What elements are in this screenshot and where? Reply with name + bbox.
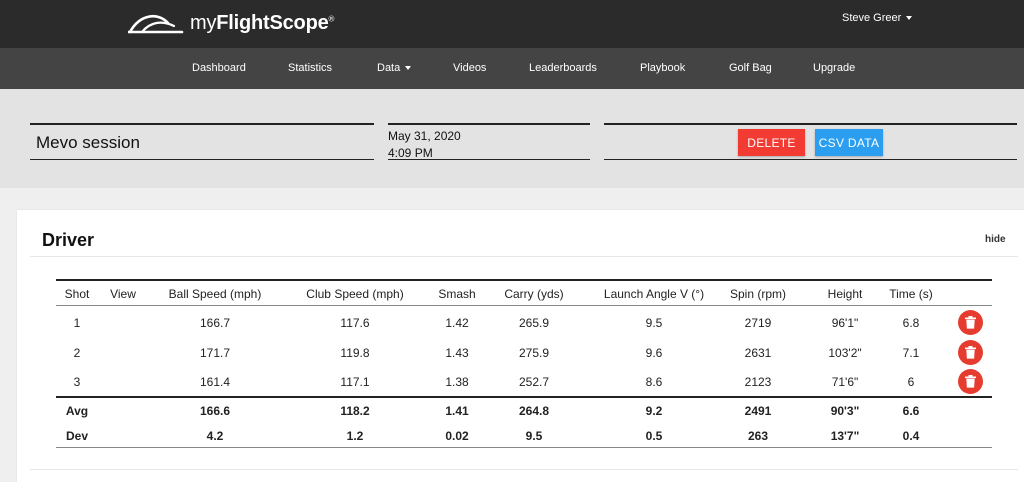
cell-launch-angle: 9.6 — [645, 346, 663, 360]
avg-carry: 264.8 — [518, 404, 550, 418]
nav-dashboard[interactable]: Dashboard — [192, 62, 246, 74]
dev-launch-angle: 0.5 — [645, 429, 663, 443]
nav-golf-bag[interactable]: Golf Bag — [729, 62, 772, 74]
cell-ball-speed: 171.7 — [199, 346, 231, 360]
dev-ball-speed: 4.2 — [206, 429, 224, 443]
logo-text: myFlightScope® — [190, 12, 334, 35]
cell-time: 7.1 — [902, 346, 920, 360]
cell-shot: 1 — [73, 316, 81, 330]
cell-height: 71'6" — [831, 375, 859, 389]
header-ball-speed: Ball Speed (mph) — [168, 287, 262, 301]
nav-data-label: Data — [377, 62, 401, 74]
cell-shot: 2 — [73, 346, 81, 360]
hide-link[interactable]: hide — [985, 234, 1006, 245]
logo-text-bold: FlightScope — [216, 11, 329, 34]
cell-smash: 1.42 — [445, 316, 469, 330]
user-menu[interactable]: Steve Greer — [842, 12, 913, 24]
table-summary-rule — [56, 396, 992, 398]
cell-club-speed: 119.8 — [340, 346, 370, 360]
logo-text-light: my — [190, 11, 217, 34]
session-name[interactable]: Mevo session — [30, 123, 374, 160]
cell-ball-speed: 161.4 — [199, 375, 231, 389]
main-nav: Dashboard Statistics Data Videos Leaderb… — [0, 48, 1024, 89]
session-datetime: May 31, 2020 4:09 PM — [388, 123, 590, 160]
dev-height: 13'7" — [830, 429, 860, 443]
session-actions — [604, 123, 1017, 160]
cell-launch-angle: 8.6 — [645, 375, 663, 389]
nav-videos[interactable]: Videos — [453, 62, 486, 74]
cell-spin: 2123 — [744, 375, 772, 389]
caret-down-icon — [405, 66, 412, 70]
header-spin: Spin (rpm) — [729, 287, 787, 301]
top-bar: myFlightScope® Steve Greer — [0, 0, 1024, 48]
table-bottom-rule — [56, 447, 992, 448]
dev-carry: 9.5 — [525, 429, 543, 443]
cell-launch-angle: 9.5 — [645, 316, 663, 330]
nav-upgrade[interactable]: Upgrade — [813, 62, 855, 74]
delete-button[interactable]: DELETE — [738, 129, 805, 156]
nav-statistics[interactable]: Statistics — [288, 62, 332, 74]
avg-launch-angle: 9.2 — [645, 404, 663, 418]
trash-icon — [965, 316, 976, 329]
nav-data[interactable]: Data — [377, 62, 412, 74]
header-shot: Shot — [64, 287, 90, 301]
dev-club-speed: 1.2 — [346, 429, 364, 443]
header-smash: Smash — [438, 287, 476, 301]
avg-spin: 2491 — [744, 404, 772, 418]
avg-ball-speed: 166.6 — [199, 404, 231, 418]
cell-spin: 2719 — [744, 316, 772, 330]
cell-height: 103'2" — [828, 346, 862, 360]
dev-shot: Dev — [65, 429, 89, 443]
cell-shot: 3 — [73, 375, 81, 389]
header-club-speed: Club Speed (mph) — [306, 287, 404, 301]
dev-smash: 0.02 — [445, 429, 469, 443]
cell-time: 6 — [907, 375, 915, 389]
logo[interactable]: myFlightScope® — [128, 8, 334, 38]
nav-leaderboards[interactable]: Leaderboards — [529, 62, 597, 74]
session-time: 4:09 PM — [388, 146, 433, 160]
delete-shot-button[interactable] — [958, 369, 983, 394]
cell-spin: 2631 — [744, 346, 772, 360]
delete-shot-button[interactable] — [958, 340, 983, 365]
divider — [30, 469, 1018, 470]
csv-data-button[interactable]: CSV DATA — [815, 129, 883, 156]
header-carry: Carry (yds) — [504, 287, 564, 301]
registered-mark: ® — [328, 13, 335, 23]
cell-carry: 252.7 — [518, 375, 550, 389]
user-name: Steve Greer — [842, 12, 902, 24]
cell-smash: 1.38 — [445, 375, 469, 389]
table-header-rule — [56, 305, 992, 306]
avg-time: 6.6 — [902, 404, 920, 418]
delete-shot-button[interactable] — [958, 310, 983, 335]
cell-time: 6.8 — [902, 316, 920, 330]
cell-club-speed: 117.6 — [340, 316, 370, 330]
caret-down-icon — [906, 16, 913, 20]
cell-ball-speed: 166.7 — [199, 316, 231, 330]
cell-height: 96'1" — [831, 316, 859, 330]
table-top-rule — [56, 279, 992, 281]
header-height: Height — [827, 287, 863, 301]
header-time: Time (s) — [889, 287, 933, 301]
nav-playbook[interactable]: Playbook — [640, 62, 685, 74]
avg-club-speed: 118.2 — [340, 404, 370, 418]
dev-spin: 263 — [747, 429, 769, 443]
avg-height: 90'3" — [830, 404, 860, 418]
cell-carry: 265.9 — [518, 316, 550, 330]
trash-icon — [965, 346, 976, 359]
header-launch-angle: Launch Angle V (°) — [603, 287, 705, 301]
dev-time: 0.4 — [902, 429, 920, 443]
divider — [30, 256, 1018, 257]
club-title: Driver — [42, 230, 95, 250]
flightscope-logo-icon — [128, 14, 184, 34]
cell-carry: 275.9 — [518, 346, 550, 360]
avg-shot: Avg — [65, 404, 89, 418]
trash-icon — [965, 375, 976, 388]
header-view: View — [110, 287, 136, 301]
avg-smash: 1.41 — [445, 404, 469, 418]
cell-smash: 1.43 — [445, 346, 469, 360]
session-date: May 31, 2020 — [388, 129, 461, 143]
cell-club-speed: 117.1 — [340, 375, 370, 389]
